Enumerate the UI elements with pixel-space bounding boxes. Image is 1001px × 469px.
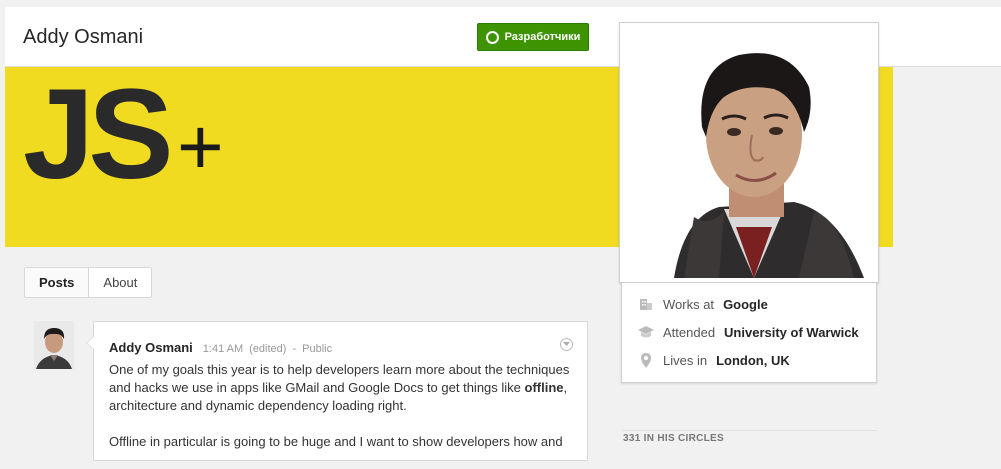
post-separator: - [292, 343, 297, 355]
profile-name: Addy Osmani [23, 26, 144, 48]
about-education-row: Attended University of Warwick [638, 324, 859, 340]
circles-count-heading[interactable]: 331 IN HIS CIRCLES [623, 433, 724, 444]
building-icon [638, 296, 654, 312]
location-pin-icon [638, 352, 654, 368]
profile-tabs: Posts About [24, 267, 153, 298]
post-time[interactable]: 1:41 AM [203, 343, 243, 355]
cover-logo-text: JS [23, 67, 174, 206]
post-body: One of my goals this year is to help dev… [109, 361, 579, 469]
avatar-image [34, 321, 74, 369]
graduation-cap-icon [638, 324, 654, 340]
about-location-row: Lives in London, UK [638, 352, 790, 368]
tab-about[interactable]: About [89, 268, 151, 297]
post-edited: (edited) [249, 343, 287, 355]
tab-posts[interactable]: Posts [25, 268, 90, 297]
circles-divider [622, 430, 877, 431]
about-education-prefix: Attended [663, 324, 716, 340]
about-work-prefix: Works at [663, 296, 715, 312]
post-card: Addy Osmani 1:41 AM (edited) - Public On… [86, 321, 588, 461]
profile-photo-image [624, 27, 874, 278]
circle-icon [485, 30, 499, 44]
developers-button[interactable]: Разработчики [477, 23, 589, 51]
developers-button-label: Разработчики [504, 31, 581, 43]
cover-plus-sign: + [177, 102, 224, 191]
about-education-value[interactable]: University of Warwick [724, 325, 859, 340]
post-bold-offline: offline [524, 380, 564, 395]
post-header: Addy Osmani 1:41 AM (edited) - Public [109, 340, 332, 355]
profile-photo[interactable] [619, 22, 879, 283]
post-paragraph-1: One of my goals this year is to help dev… [109, 362, 570, 413]
about-summary-card: Works at Google Attended University of W… [621, 283, 877, 383]
about-work-value[interactable]: Google [723, 297, 768, 312]
about-location-value[interactable]: London, UK [716, 353, 790, 368]
about-work-row: Works at Google [638, 296, 768, 312]
post-author-name[interactable]: Addy Osmani [109, 340, 193, 355]
post-visibility[interactable]: Public [302, 343, 332, 355]
post-menu-chevron-icon[interactable] [560, 338, 573, 351]
post-author-avatar[interactable] [34, 321, 74, 369]
about-location-prefix: Lives in [663, 352, 708, 368]
post-paragraph-2: Offline in particular is going to be hug… [109, 434, 563, 449]
